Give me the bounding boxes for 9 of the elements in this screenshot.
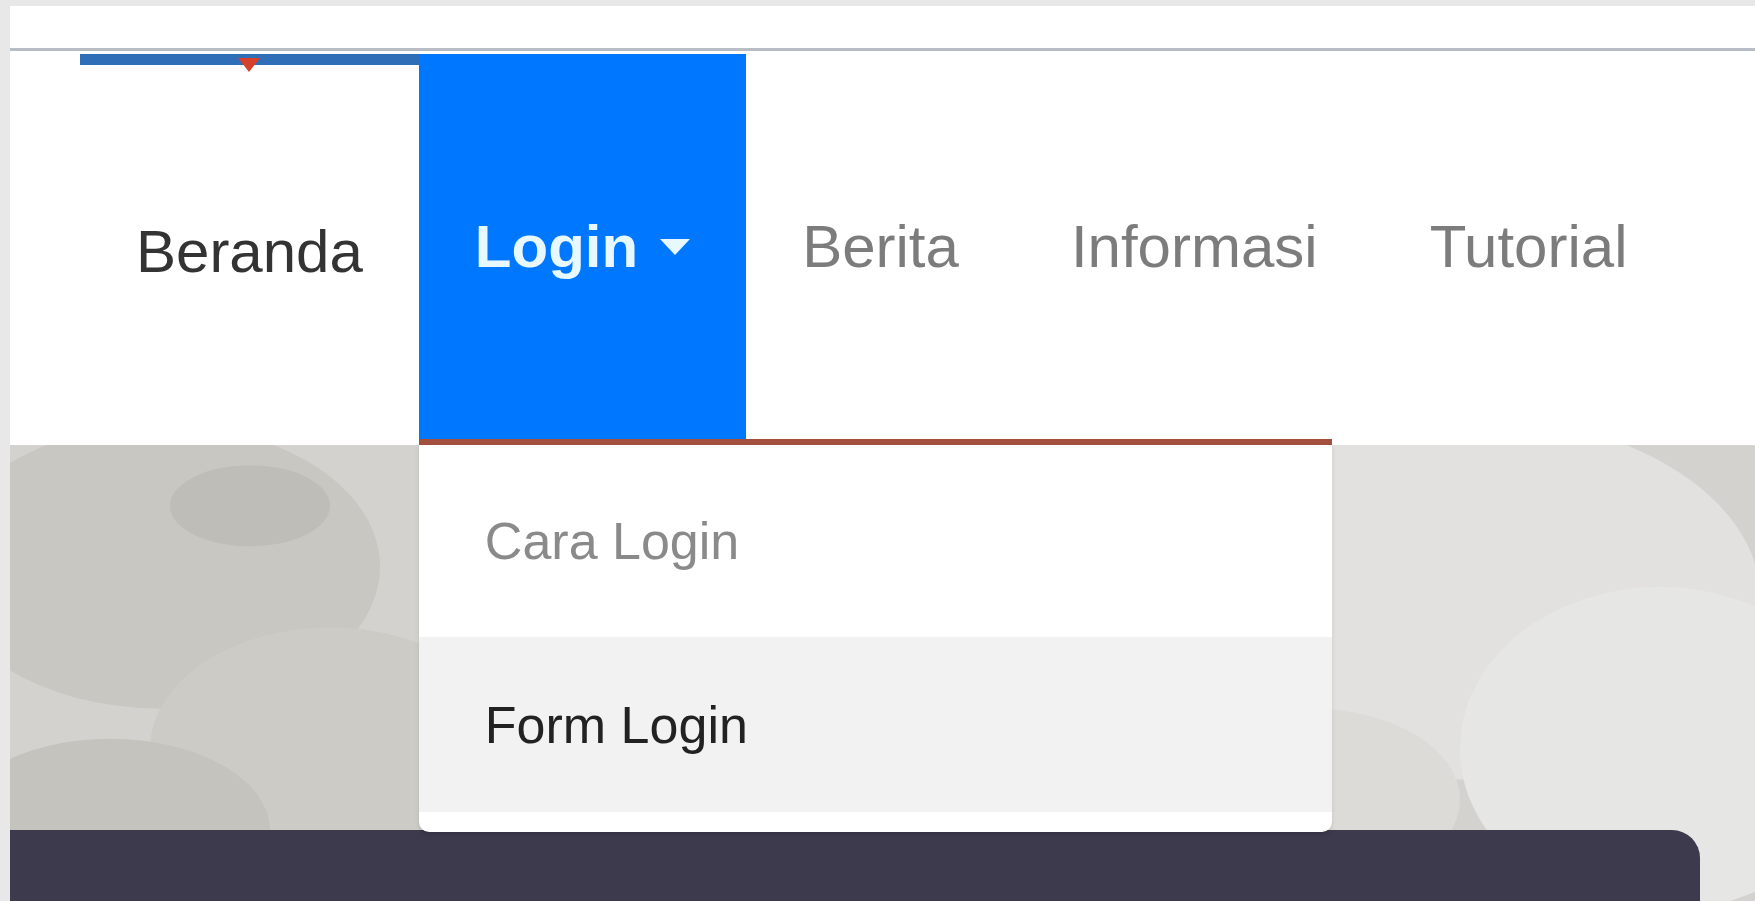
nav-item[interactable]: Berita <box>746 54 1015 439</box>
dropdown-item[interactable]: Cara Login <box>418 445 1332 637</box>
nav-item[interactable]: Login <box>418 54 747 439</box>
caret-icon <box>660 238 691 255</box>
marker-icon <box>238 58 261 72</box>
nav-item[interactable]: Tutorial <box>1373 54 1684 439</box>
nav-item[interactable]: Beranda <box>80 65 419 439</box>
dropdown-item[interactable]: Form Login <box>418 637 1332 812</box>
nav-item[interactable]: Informasi <box>1014 54 1374 439</box>
